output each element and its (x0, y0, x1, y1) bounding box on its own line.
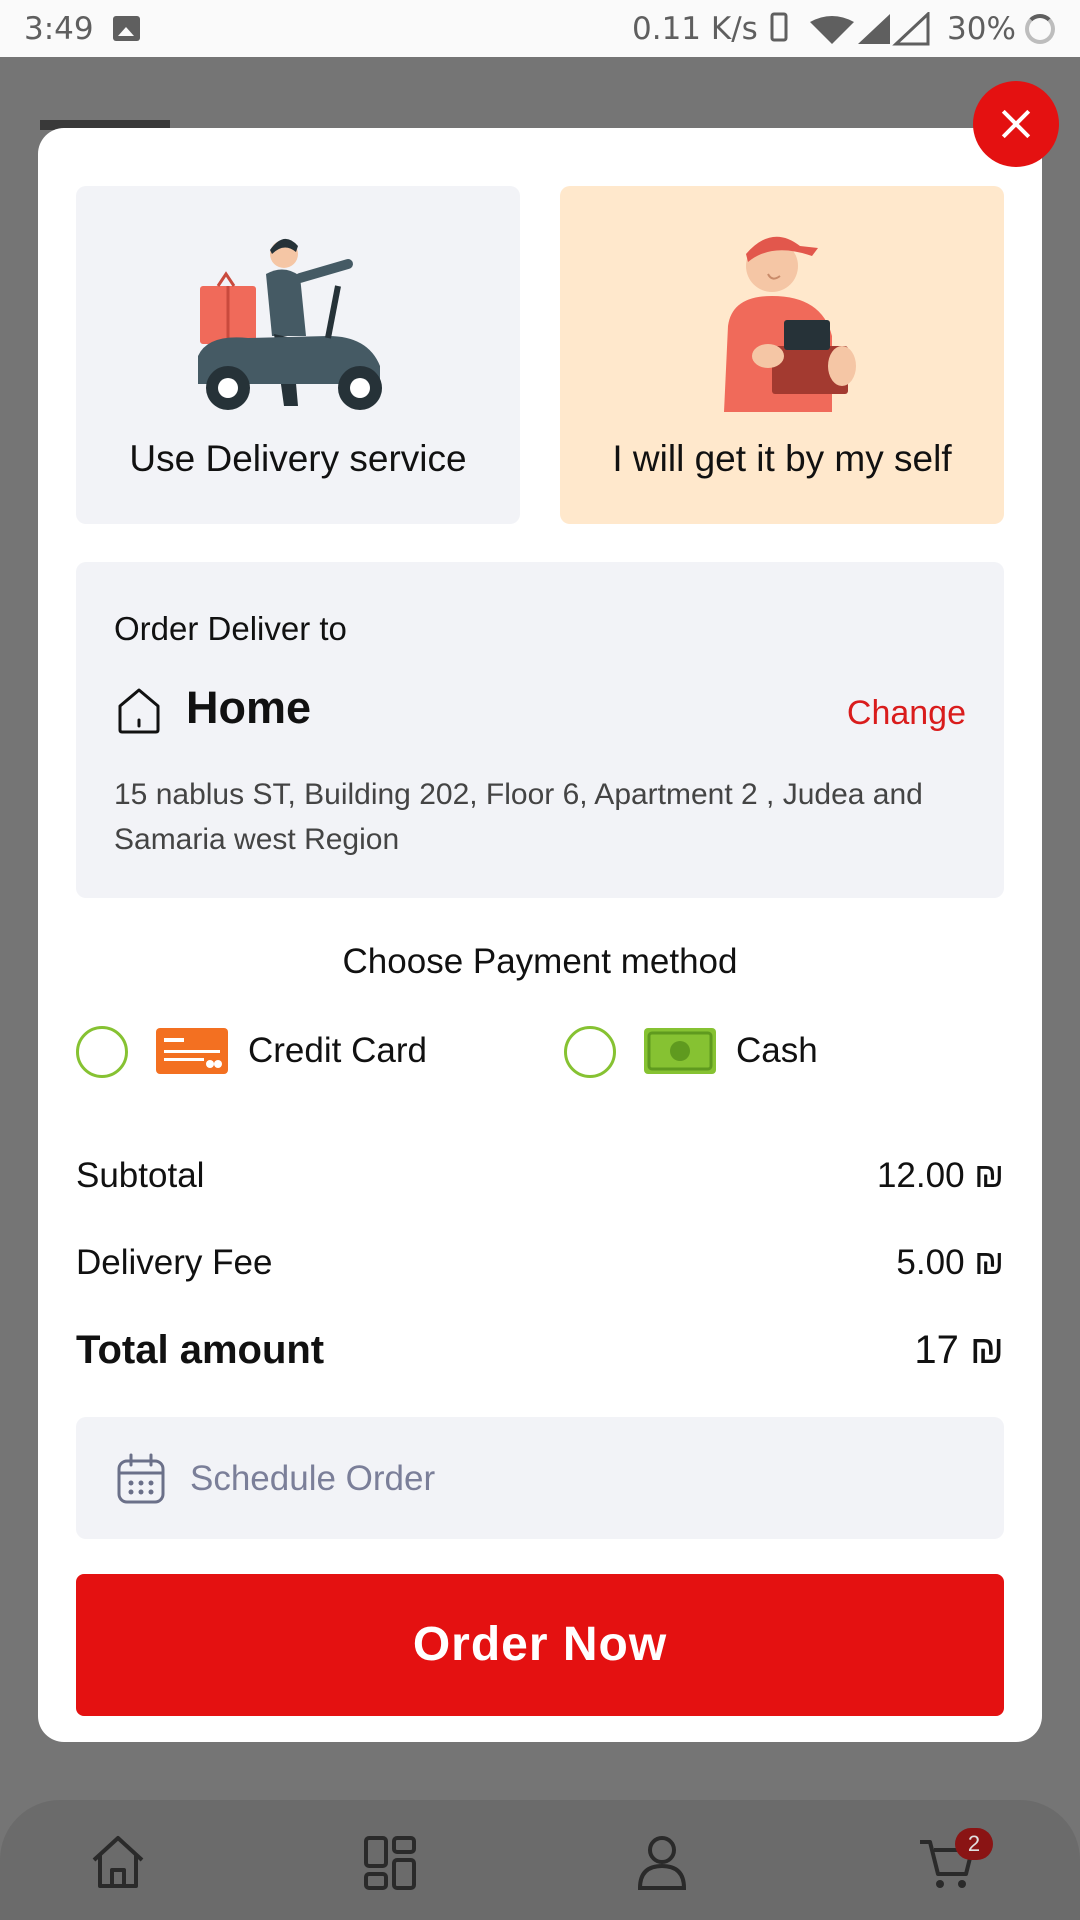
change-address-button[interactable]: Change (847, 694, 966, 733)
scooter-delivery-illustration (198, 238, 382, 410)
schedule-order-field[interactable]: Schedule Order (76, 1417, 1004, 1539)
schedule-order-placeholder: Schedule Order (190, 1459, 436, 1498)
self-pickup-label: I will get it by my self (612, 438, 952, 479)
order-now-button[interactable]: Order Now (76, 1574, 1004, 1716)
cash-label: Cash (736, 1031, 818, 1070)
credit-card-radio[interactable] (76, 1026, 128, 1078)
battery-level: 30% (947, 11, 1016, 47)
subtotal-row: Subtotal 12.00 ₪ (76, 1156, 1004, 1196)
payment-method-title: Choose Payment method (342, 942, 738, 981)
credit-card-label: Credit Card (248, 1031, 427, 1070)
calendar-icon (117, 1453, 165, 1504)
pickup-person-illustration (724, 236, 856, 412)
checkout-modal: Use Delivery service I will get it by my… (38, 128, 1042, 1742)
address-name: Home (186, 682, 312, 733)
total-value: 17 ₪ (914, 1328, 1004, 1372)
cash-icon (644, 1028, 716, 1074)
bottom-navigation (0, 1800, 1080, 1920)
home-nav-icon[interactable] (88, 1832, 148, 1892)
address-heading: Order Deliver to (114, 610, 347, 647)
gallery-notification-icon (113, 16, 140, 41)
close-modal-button[interactable] (973, 81, 1059, 167)
use-delivery-option[interactable]: Use Delivery service (76, 186, 520, 524)
cash-radio[interactable] (564, 1026, 616, 1078)
total-label: Total amount (76, 1328, 325, 1372)
categories-nav-icon[interactable] (360, 1832, 420, 1892)
subtotal-label: Subtotal (76, 1156, 205, 1195)
subtotal-value: 12.00 ₪ (876, 1156, 1004, 1195)
battery-icon (1025, 14, 1055, 44)
delivery-fee-value: 5.00 ₪ (896, 1243, 1004, 1282)
delivery-fee-row: Delivery Fee 5.00 ₪ (76, 1243, 1004, 1283)
delivery-address-card: Order Deliver to Home Change 15 nablus S… (76, 562, 1004, 898)
status-bar: 3:49 0.11 K/s 30% (0, 0, 1080, 57)
self-pickup-option[interactable]: I will get it by my self (560, 186, 1004, 524)
total-row: Total amount 17 ₪ (76, 1328, 1004, 1373)
signal-wifi-icons (770, 12, 930, 46)
profile-nav-icon[interactable] (632, 1832, 692, 1892)
cart-count-badge: 2 (955, 1828, 993, 1860)
delivery-fee-label: Delivery Fee (76, 1243, 273, 1282)
status-time: 3:49 (24, 11, 94, 47)
home-icon (118, 688, 160, 734)
use-delivery-label: Use Delivery service (129, 438, 467, 479)
network-speed: 0.11 K/s (632, 11, 758, 47)
credit-card-icon (156, 1028, 228, 1074)
address-text: 15 nablus ST, Building 202, Floor 6, Apa… (114, 778, 923, 856)
